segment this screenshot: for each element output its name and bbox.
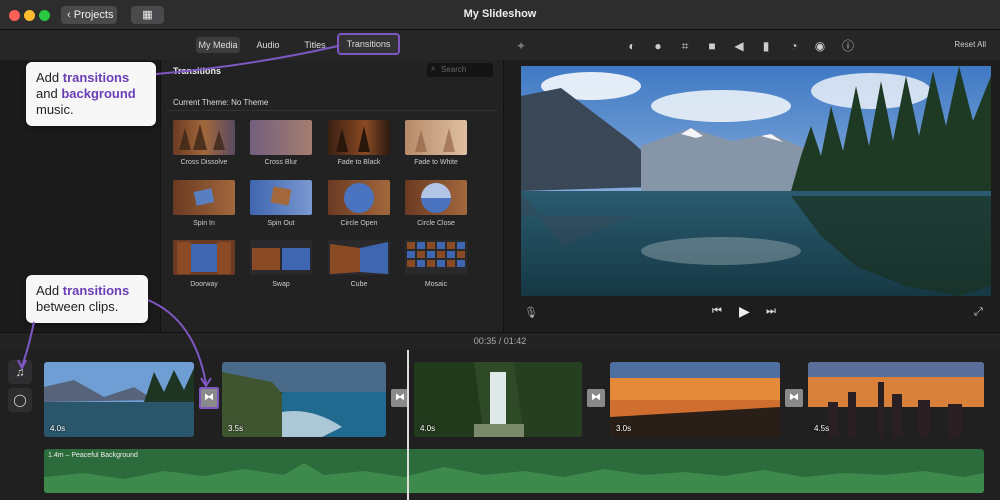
microphone-icon[interactable]: 🎙 [524, 306, 538, 319]
transition-marker[interactable]: ⧓ [587, 389, 605, 407]
transition-label: Circle Close [417, 220, 455, 227]
time-separator: / [498, 336, 502, 346]
transition-label: Cross Dissolve [180, 159, 228, 166]
volume-icon[interactable]: ◀ [731, 38, 747, 54]
magic-wand-icon[interactable]: ✦ [513, 38, 529, 54]
transition-thumb[interactable] [328, 240, 390, 275]
transition-label: Fade to White [414, 159, 458, 166]
video-clip[interactable]: 3.5s [222, 362, 386, 437]
timecode-bar: 00:35 / 01:42 [0, 332, 1000, 350]
imovie-window: ‹ Projects ▦ My Slideshow My Media Audio… [0, 0, 1000, 500]
skip-forward-icon[interactable]: ⏭ [766, 305, 776, 318]
stabilization-icon[interactable]: ■ [704, 38, 720, 54]
transition-label: Doorway [190, 281, 218, 288]
title-bar: ‹ Projects ▦ My Slideshow [0, 0, 1000, 30]
transition-thumb[interactable] [328, 180, 390, 215]
transitions-browser: Transitions Search ⌕ Current Theme: No T… [160, 60, 503, 332]
timeline: ♫ ◯ 4.0s ⧓ 3.5s ⧓ 4.0s ⧓ 3.0s ⧓ 4.5s 1.4… [0, 350, 1000, 500]
browser-title: Transitions [173, 66, 222, 76]
transition-label: Spin In [193, 220, 215, 227]
background-music-track[interactable]: 1.4m – Peaceful Background [44, 449, 984, 493]
crop-icon[interactable]: ⌗ [677, 38, 693, 54]
video-clip[interactable]: 4.5s [808, 362, 984, 437]
timecode: 00:35 / 01:42 [0, 336, 1000, 346]
callout-text: between clips. [36, 299, 119, 314]
info-icon[interactable]: ⓘ [840, 38, 856, 54]
callout-text: and [36, 86, 62, 101]
audio-track-label: 1.4m – Peaceful Background [48, 452, 138, 459]
clip-duration: 3.0s [616, 424, 632, 433]
transition-thumb[interactable] [173, 180, 235, 215]
transition-marker[interactable]: ⧓ [785, 389, 803, 407]
transition-thumb[interactable] [405, 180, 467, 215]
video-viewer: 🎙 ⏮ ▶ ⏭ ⤢ [503, 60, 1000, 332]
callout-highlight: background [61, 86, 136, 101]
transition-thumb[interactable] [250, 240, 312, 275]
transition-label: Mosaic [424, 281, 448, 288]
video-clip[interactable]: 4.0s [414, 362, 582, 437]
callout-highlight: transitions [62, 283, 130, 298]
callout-highlight: transitions [62, 70, 130, 85]
tab-audio[interactable]: Audio [252, 37, 284, 53]
transition-label: Swap [272, 281, 290, 288]
transition-marker[interactable]: ⧓ [199, 387, 219, 409]
color-balance-icon[interactable]: ◐ [624, 38, 640, 54]
current-theme: Current Theme: No Theme [173, 98, 269, 107]
preview-image [521, 66, 991, 296]
sound-effects-icon[interactable]: ◯ [8, 388, 32, 412]
clip-duration: 3.5s [228, 424, 244, 433]
search-icon: ⌕ [431, 64, 436, 73]
window-title: My Slideshow [463, 8, 537, 20]
video-clip[interactable]: 3.0s [610, 362, 780, 437]
transition-label: Spin Out [267, 220, 295, 227]
clip-duration: 4.0s [420, 424, 436, 433]
playhead[interactable] [407, 350, 409, 500]
speed-icon[interactable]: ◔ [786, 38, 802, 54]
transition-thumb[interactable] [405, 120, 467, 155]
total-time: 01:42 [503, 336, 527, 346]
transition-label: Circle Open [340, 220, 378, 227]
color-palette-icon[interactable]: ● [650, 38, 666, 54]
clip-duration: 4.0s [50, 424, 66, 433]
transition-thumb[interactable] [173, 240, 235, 275]
reset-all-button[interactable]: Reset All [954, 40, 986, 49]
tab-transitions[interactable]: Transitions [337, 33, 400, 55]
transition-thumb[interactable] [250, 180, 312, 215]
callout-background-music: Add transitions and background music. [26, 62, 156, 126]
filter-icon[interactable]: ◉ [812, 38, 828, 54]
fullscreen-icon[interactable]: ⤢ [974, 306, 983, 319]
play-icon[interactable]: ▶ [739, 303, 750, 320]
clip-duration: 4.5s [814, 424, 830, 433]
callout-text: music. [36, 102, 74, 117]
tab-titles[interactable]: Titles [300, 37, 330, 53]
divider [167, 110, 497, 111]
music-icon[interactable]: ♫ [8, 360, 32, 384]
transition-thumb[interactable] [250, 120, 312, 155]
skip-back-icon[interactable]: ⏮ [712, 305, 722, 318]
search-input[interactable]: Search [427, 63, 493, 77]
noise-reduction-icon[interactable]: ▮ [758, 38, 774, 54]
transition-thumb[interactable] [405, 240, 467, 275]
transition-label: Cube [350, 281, 368, 288]
current-time: 00:35 [473, 336, 497, 346]
transition-thumb[interactable] [328, 120, 390, 155]
transition-thumb[interactable] [173, 120, 235, 155]
callout-text: Add [36, 283, 63, 298]
callout-text: Add [36, 70, 63, 85]
callout-between-clips: Add transitions between clips. [26, 275, 148, 323]
transition-label: Cross Blur [264, 159, 298, 166]
video-clip[interactable]: 4.0s [44, 362, 194, 437]
transition-label: Fade to Black [337, 159, 381, 166]
tab-my-media[interactable]: My Media [196, 37, 240, 53]
